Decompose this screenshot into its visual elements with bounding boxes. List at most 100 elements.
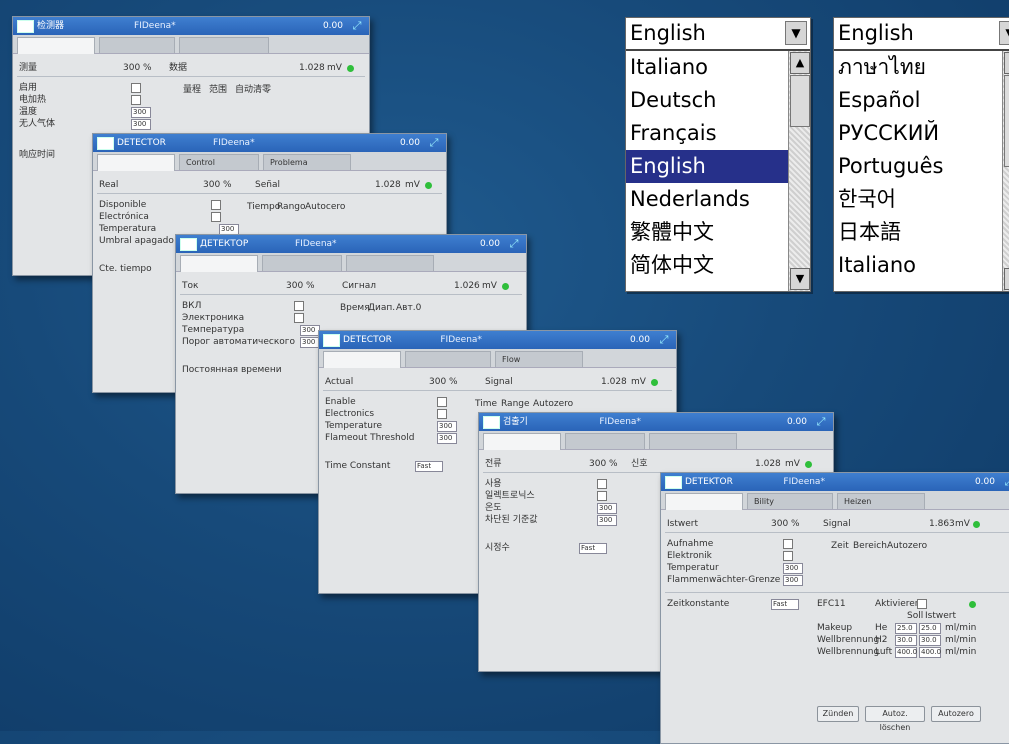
language-option[interactable]: Français (626, 117, 788, 150)
monitor-icon (17, 20, 34, 33)
expand-icon[interactable]: ⤢ (507, 237, 521, 251)
gas-actual-value: 30.0 (919, 635, 941, 646)
tab-3[interactable] (346, 255, 434, 271)
tab-bility[interactable]: Bility (747, 493, 833, 509)
expand-icon[interactable]: ⤢ (814, 415, 828, 429)
time-constant-select[interactable]: Fast (579, 543, 607, 554)
language-option[interactable]: 한국어 (834, 183, 1002, 216)
language-option-selected[interactable]: English (626, 150, 788, 183)
enable-checkbox[interactable] (437, 397, 447, 407)
scroll-down-icon[interactable]: ▼ (790, 268, 810, 290)
expand-icon[interactable]: ⤢ (350, 19, 364, 33)
language-option[interactable]: 日本語 (834, 216, 1002, 249)
language-option[interactable]: 简体中文 (626, 249, 788, 282)
temperature-field[interactable]: 300 (131, 107, 151, 118)
tab-2[interactable] (99, 37, 175, 53)
temperature-field[interactable]: 300 (783, 563, 803, 574)
gas-setpoint-field[interactable]: 30.0 (895, 635, 917, 646)
tab-2[interactable] (565, 433, 645, 449)
tab-3[interactable] (649, 433, 737, 449)
language-option[interactable]: 繁體中文 (626, 216, 788, 249)
expand-icon[interactable]: ⤢ (427, 136, 441, 150)
threshold-field[interactable]: 300 (300, 337, 320, 348)
time-constant-select[interactable]: Fast (771, 599, 799, 610)
tab-2[interactable] (405, 351, 491, 367)
threshold-field[interactable]: 300 (437, 433, 457, 444)
chevron-down-icon[interactable]: ▼ (785, 21, 807, 45)
expand-icon[interactable]: ⤢ (657, 333, 671, 347)
threshold-field[interactable]: 300 (131, 119, 151, 130)
language-option[interactable]: Italiano (834, 249, 1002, 282)
scroll-thumb[interactable] (790, 75, 810, 127)
tab-flow[interactable]: Flow (495, 351, 583, 367)
header-signal-label: Сигнал (342, 281, 377, 291)
enable-checkbox[interactable] (783, 539, 793, 549)
tab-3[interactable] (179, 37, 269, 53)
tab-main[interactable] (665, 493, 743, 510)
tab-2[interactable] (262, 255, 342, 271)
tab-heizen[interactable]: Heizen (837, 493, 925, 509)
threshold-field[interactable]: 300 (597, 515, 617, 526)
efc-col-soll: Soll (907, 611, 924, 621)
group-label: Rango (277, 202, 306, 212)
header-value: 300 (203, 180, 221, 190)
header-unit: % (609, 459, 618, 469)
language-dropdown-selected[interactable]: English ▼ (834, 18, 1009, 51)
tab-main[interactable] (97, 154, 175, 171)
temperature-field[interactable]: 300 (597, 503, 617, 514)
window-title: DETECTOR (117, 138, 166, 148)
language-list-1[interactable]: English ▼ Italiano Deutsch Français Engl… (625, 17, 811, 292)
language-dropdown-selected[interactable]: English ▼ (626, 18, 810, 51)
electronics-checkbox[interactable] (211, 212, 221, 222)
gas-setpoint-field[interactable]: 25.0 (895, 623, 917, 634)
group-label: Autocero (305, 202, 346, 212)
scroll-thumb[interactable] (1004, 75, 1009, 167)
language-option[interactable]: Português (834, 150, 1002, 183)
language-option[interactable]: ภาษาไทย (834, 51, 1002, 84)
electronics-checkbox[interactable] (597, 491, 607, 501)
ignite-button[interactable]: Zünden (817, 706, 859, 722)
enable-checkbox[interactable] (597, 479, 607, 489)
language-list-2[interactable]: English ▼ ภาษาไทย Español РУССКИЙ Portug… (833, 17, 1009, 292)
tab-problema[interactable]: Problema (263, 154, 351, 170)
language-scrollbar[interactable]: ▲ ▼ (788, 51, 810, 291)
tab-control[interactable]: Control (179, 154, 259, 170)
row-label: Temperatur (667, 563, 719, 573)
electronics-checkbox[interactable] (437, 409, 447, 419)
time-constant-select[interactable]: Fast (415, 461, 443, 472)
electronics-checkbox[interactable] (131, 95, 141, 105)
chevron-down-icon[interactable]: ▼ (999, 21, 1009, 45)
autozero-button[interactable]: Autozero (931, 706, 981, 722)
enable-checkbox[interactable] (294, 301, 304, 311)
electronics-checkbox[interactable] (783, 551, 793, 561)
tab-main[interactable] (483, 433, 561, 450)
signal-unit: mV (405, 180, 420, 190)
language-option[interactable]: Español (834, 84, 1002, 117)
header-signal-label: 数据 (169, 63, 188, 73)
scroll-down-icon[interactable]: ▼ (1004, 268, 1009, 290)
threshold-field[interactable]: 300 (783, 575, 803, 586)
temperature-field[interactable]: 300 (300, 325, 320, 336)
efc-enable-checkbox[interactable] (917, 599, 927, 609)
electronics-checkbox[interactable] (294, 313, 304, 323)
signal-unit: mV (785, 459, 800, 469)
expand-icon[interactable]: ⤢ (1002, 475, 1009, 489)
language-option[interactable]: Deutsch (626, 84, 788, 117)
readout-value: 0.00 (974, 477, 995, 487)
enable-checkbox[interactable] (131, 83, 141, 93)
tab-main[interactable] (180, 255, 258, 272)
clear-autozero-button[interactable]: Autoz. löschen (865, 706, 925, 732)
scroll-up-icon[interactable]: ▲ (1004, 52, 1009, 74)
header-value: 300 (123, 63, 141, 73)
tab-main[interactable] (17, 37, 95, 54)
language-option[interactable]: Nederlands (626, 183, 788, 216)
enable-checkbox[interactable] (211, 200, 221, 210)
scroll-up-icon[interactable]: ▲ (790, 52, 810, 74)
language-option[interactable]: Italiano (626, 51, 788, 84)
language-option[interactable]: РУССКИЙ (834, 117, 1002, 150)
language-scrollbar[interactable]: ▲ ▼ (1002, 51, 1009, 291)
tab-main[interactable] (323, 351, 401, 368)
gas-setpoint-field[interactable]: 400.0 (895, 647, 917, 658)
temperature-field[interactable]: 300 (437, 421, 457, 432)
gas-actual-value: 400.0 (919, 647, 942, 658)
